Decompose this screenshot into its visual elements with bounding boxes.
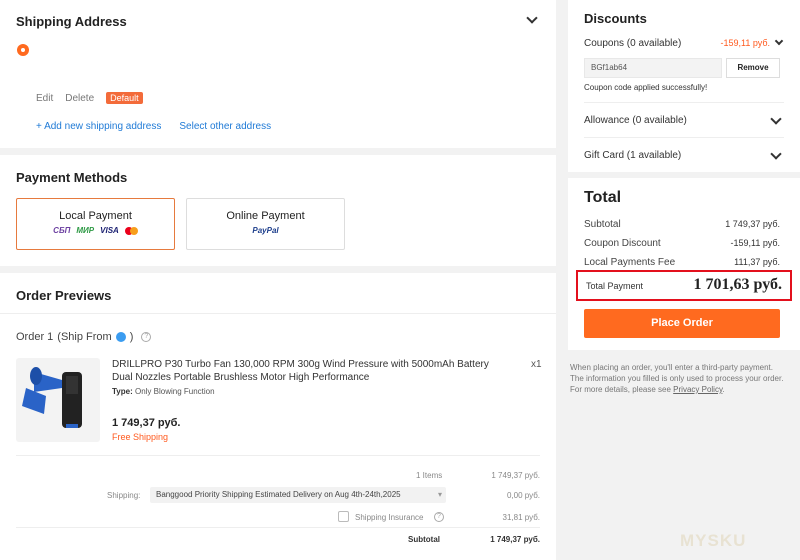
online-payment-option[interactable]: Online Payment PayPal xyxy=(186,198,345,250)
mastercard-logo xyxy=(124,226,138,235)
shipping-label: Shipping: xyxy=(107,491,141,500)
select-address-link[interactable]: Select other address xyxy=(179,121,271,132)
coupons-value: -159,11 руб. xyxy=(720,38,770,48)
subtotal-label: Subtotal xyxy=(408,535,440,544)
payment-note: When placing an order, you'll enter a th… xyxy=(570,362,788,395)
coupon-success-message: Coupon code applied successfully! xyxy=(584,83,708,92)
allowance-row[interactable]: Allowance (0 available) xyxy=(584,113,784,126)
online-payment-logos: PayPal xyxy=(187,226,344,235)
globe-icon xyxy=(115,332,126,342)
insurance-label: Shipping Insurance xyxy=(355,513,424,522)
subtotal-value: 1 749,37 руб. xyxy=(490,535,540,544)
total-subtotal-row: Subtotal 1 749,37 руб. xyxy=(584,219,780,230)
total-title: Total xyxy=(584,189,622,206)
visa-logo: VISA xyxy=(100,226,119,235)
payment-note-end: . xyxy=(722,385,725,394)
items-count: 1 Items xyxy=(416,471,443,480)
order-previews-title: Order Previews xyxy=(16,288,112,303)
coupon-discount-label: Coupon Discount xyxy=(584,238,661,249)
order-header: Order 1 (Ship From ) ? xyxy=(16,331,152,343)
type-value: Only Blowing Function xyxy=(134,387,215,396)
chevron-down-icon[interactable] xyxy=(770,148,782,160)
online-payment-label: Online Payment xyxy=(226,210,305,222)
coupon-discount-row: Coupon Discount -159,11 руб. xyxy=(584,238,780,249)
ship-from-close: ) xyxy=(129,331,134,343)
divider xyxy=(0,313,556,314)
privacy-policy-link[interactable]: Privacy Policy xyxy=(673,385,722,394)
divider xyxy=(16,455,540,456)
payment-title: Payment Methods xyxy=(16,170,128,185)
order-label: Order 1 xyxy=(16,331,54,343)
total-payment-label: Total Payment xyxy=(586,281,644,291)
divider xyxy=(584,137,784,138)
total-subtotal-value: 1 749,37 руб. xyxy=(725,219,780,229)
delete-link[interactable]: Delete xyxy=(65,93,94,104)
payment-methods-card: Payment Methods Local Payment СБП МИР VI… xyxy=(0,155,556,266)
divider xyxy=(16,527,540,528)
product-name[interactable]: DRILLPRO P30 Turbo Fan 130,000 RPM 300g … xyxy=(112,358,492,384)
coupons-row[interactable]: Coupons (0 available) -159,11 руб. xyxy=(584,36,784,49)
type-label: Type: xyxy=(112,387,133,396)
gift-card-label: Gift Card (1 available) xyxy=(584,150,682,161)
total-payment-value: 1 701,63 руб. xyxy=(693,276,782,293)
order-previews-card: Order Previews Order 1 (Ship From ) ? DR… xyxy=(0,273,556,560)
coupon-code-input[interactable]: BGf1ab64 xyxy=(584,58,722,78)
allowance-label: Allowance (0 available) xyxy=(584,115,687,126)
shipping-title: Shipping Address xyxy=(16,14,127,29)
coupon-discount-value: -159,11 руб. xyxy=(730,238,780,248)
chevron-down-icon[interactable] xyxy=(770,113,782,125)
discounts-title: Discounts xyxy=(584,11,647,26)
insurance-help-icon[interactable]: ? xyxy=(434,512,444,522)
ship-from-label: (Ship From xyxy=(57,331,112,343)
local-payment-option[interactable]: Local Payment СБП МИР VISA xyxy=(16,198,175,250)
free-shipping-label: Free Shipping xyxy=(112,432,169,442)
chevron-down-icon[interactable] xyxy=(774,36,784,46)
insurance-checkbox[interactable] xyxy=(338,511,349,522)
local-payment-logos: СБП МИР VISA xyxy=(17,226,174,235)
local-fee-label: Local Payments Fee xyxy=(584,257,676,268)
product-quantity: x1 xyxy=(531,359,542,370)
shipping-address-card: Shipping Address Edit Delete Default + A… xyxy=(0,0,556,148)
help-icon[interactable]: ? xyxy=(141,332,152,342)
local-fee-value: 111,37 руб. xyxy=(734,257,780,267)
product-price: 1 749,37 руб. xyxy=(112,417,181,429)
insurance-cost: 31,81 руб. xyxy=(502,513,541,522)
watermark: MYSKU xyxy=(680,531,747,550)
edit-link[interactable]: Edit xyxy=(36,93,53,104)
total-subtotal-label: Subtotal xyxy=(584,219,621,230)
sbp-logo: СБП xyxy=(53,226,71,235)
total-payment-highlight: Total Payment 1 701,63 руб. xyxy=(576,270,792,301)
mir-logo: МИР xyxy=(76,226,95,235)
discounts-card: Discounts Coupons (0 available) -159,11 … xyxy=(568,0,800,172)
shipping-method-select[interactable]: Banggood Priority Shipping Estimated Del… xyxy=(150,487,446,503)
default-badge: Default xyxy=(106,92,143,104)
add-address-link[interactable]: + Add new shipping address xyxy=(36,121,161,132)
local-payment-label: Local Payment xyxy=(59,210,132,222)
place-order-button[interactable]: Place Order xyxy=(584,309,780,338)
address-radio[interactable] xyxy=(17,44,29,56)
shipping-cost: 0,00 руб. xyxy=(506,491,540,500)
total-card: Total Subtotal 1 749,37 руб. Coupon Disc… xyxy=(568,178,800,350)
local-fee-row: Local Payments Fee 111,37 руб. xyxy=(584,257,780,268)
items-total: 1 749,37 руб. xyxy=(491,471,540,480)
gift-card-row[interactable]: Gift Card (1 available) xyxy=(584,148,784,161)
product-image[interactable] xyxy=(16,358,100,442)
remove-coupon-button[interactable]: Remove xyxy=(726,58,780,78)
paypal-logo: PayPal xyxy=(252,226,279,235)
product-type: Type: Only Blowing Function xyxy=(112,387,215,396)
coupons-label: Coupons (0 available) xyxy=(584,38,682,49)
divider xyxy=(584,102,784,103)
chevron-down-icon[interactable] xyxy=(526,12,538,24)
